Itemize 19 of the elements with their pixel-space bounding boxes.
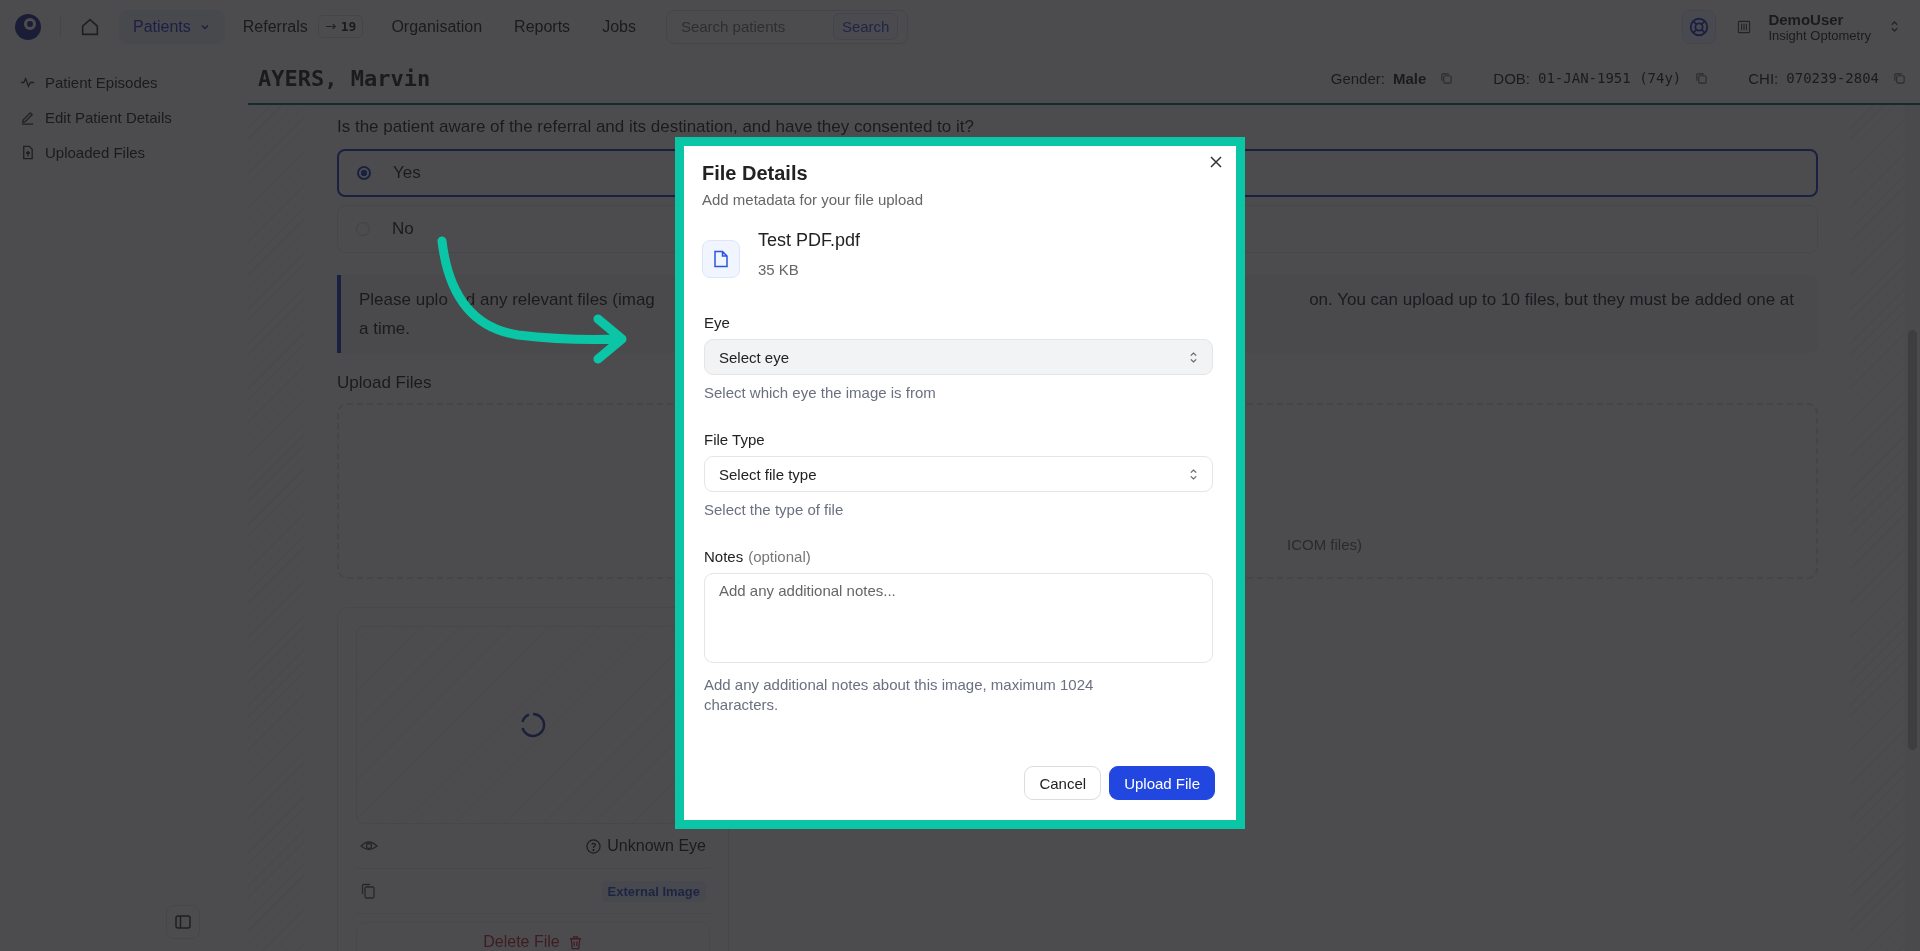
cancel-button[interactable]: Cancel: [1024, 766, 1102, 800]
upload-button[interactable]: Upload File: [1109, 766, 1215, 800]
field-label: File Type: [704, 431, 765, 448]
chevron-up-down-icon[interactable]: [1189, 350, 1198, 364]
field-hint: Select the type of file: [704, 500, 845, 520]
dialog-subtitle: Add metadata for your file upload: [702, 191, 924, 208]
notes-field[interactable]: Add any additional notes...: [704, 573, 1213, 663]
chevron-up-down-icon[interactable]: [1189, 467, 1198, 481]
file-size: 35 KB: [758, 261, 800, 278]
field-label: Notes: [704, 548, 744, 565]
file-name: Test PDF.pdf: [758, 230, 861, 251]
field-label: Eye: [704, 314, 730, 331]
field-hint: Select which eye the image is from: [704, 383, 937, 403]
optional-label: (optional): [748, 548, 811, 565]
select-field[interactable]: Select file type: [704, 456, 1213, 492]
dialog-title: File Details: [702, 162, 809, 185]
field-hint: Add any additional notes about this image, maximum 1024 characters.: [704, 675, 1095, 715]
select-field[interactable]: Select eye: [704, 339, 1213, 375]
document-icon: [702, 240, 740, 278]
